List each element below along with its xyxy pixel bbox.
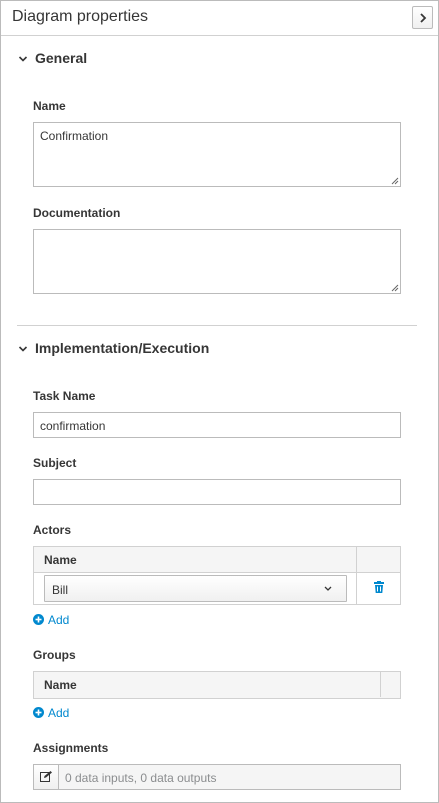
resize-grip-icon[interactable] [391,284,399,292]
diagram-properties-panel: Diagram properties General Name Confirma… [0,0,439,803]
groups-label: Groups [33,648,76,662]
name-label: Name [33,99,66,113]
chevron-down-icon [18,56,28,62]
task-name-value: confirmation [40,419,106,433]
column-divider [380,672,381,697]
plus-circle-icon [33,707,44,718]
actors-table: Name Bill [33,546,401,605]
assignments-field[interactable]: 0 data inputs, 0 data outputs [33,764,401,790]
actors-table-header: Name [34,547,400,573]
subject-label: Subject [33,456,77,470]
actors-name-column-header: Name [44,553,77,567]
documentation-field[interactable] [33,229,401,294]
collapse-panel-button[interactable] [412,6,433,29]
panel-title: Diagram properties [12,8,149,25]
section-implementation-title: Implementation/Execution [35,340,210,356]
trash-icon[interactable] [374,581,384,593]
resize-grip-icon[interactable] [391,177,399,185]
groups-table: Name [33,671,401,699]
chevron-down-icon [18,346,28,352]
column-divider [356,573,357,604]
assignments-label: Assignments [33,741,109,755]
subject-input[interactable] [33,479,401,505]
assignments-value: 0 data inputs, 0 data outputs [65,771,217,785]
task-name-input[interactable]: confirmation [33,412,401,438]
section-general-title: General [35,50,88,66]
table-row: Bill [34,573,400,604]
edit-assignments-button[interactable] [34,765,59,789]
actor-select[interactable]: Bill [44,575,347,602]
add-group-label: Add [48,706,70,720]
task-name-label: Task Name [33,389,96,403]
panel-header: Diagram properties [1,1,438,36]
documentation-label: Documentation [33,206,121,220]
actors-label: Actors [33,523,72,537]
section-divider [17,325,417,326]
chevron-right-icon [420,13,427,23]
column-divider [356,547,357,572]
groups-name-column-header: Name [44,678,77,692]
name-field[interactable]: Confirmation [33,122,401,187]
actor-select-value: Bill [52,583,69,597]
chevron-down-icon [324,586,332,591]
add-actor-label: Add [48,613,70,627]
edit-icon [40,771,52,782]
plus-circle-icon [33,614,44,625]
groups-table-header: Name [34,672,400,698]
name-value: Confirmation [40,129,109,143]
